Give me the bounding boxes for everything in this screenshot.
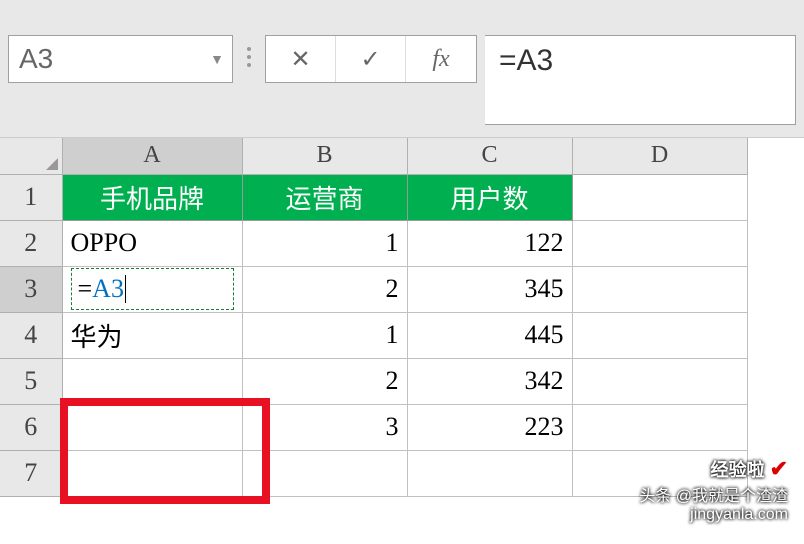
cell-c4[interactable]: 445 bbox=[407, 312, 572, 358]
cell-c1[interactable]: 用户数 bbox=[407, 174, 572, 220]
cell-c6[interactable]: 223 bbox=[407, 404, 572, 450]
row-header-7[interactable]: 7 bbox=[0, 450, 62, 496]
column-header-c[interactable]: C bbox=[407, 138, 572, 174]
cell-b2[interactable]: 1 bbox=[242, 220, 407, 266]
confirm-formula-button[interactable]: ✓ bbox=[336, 36, 406, 82]
row-header-5[interactable]: 5 bbox=[0, 358, 62, 404]
cell-d5[interactable] bbox=[572, 358, 747, 404]
row-header-4[interactable]: 4 bbox=[0, 312, 62, 358]
text-cursor-icon bbox=[125, 275, 126, 303]
spreadsheet-grid[interactable]: A B C D 1 手机品牌 运营商 用户数 2 OPPO 1 122 3 =A… bbox=[0, 138, 804, 497]
cell-d4[interactable] bbox=[572, 312, 747, 358]
cell-c2[interactable]: 122 bbox=[407, 220, 572, 266]
column-header-b[interactable]: B bbox=[242, 138, 407, 174]
formula-bar-area: A3 ▼ ✕ ✓ fx =A3 bbox=[0, 0, 804, 138]
cell-b7[interactable] bbox=[242, 450, 407, 496]
cell-a5[interactable] bbox=[62, 358, 242, 404]
cell-b1[interactable]: 运营商 bbox=[242, 174, 407, 220]
cell-a4[interactable]: 华为 bbox=[62, 312, 242, 358]
column-header-d[interactable]: D bbox=[572, 138, 747, 174]
cell-d7[interactable] bbox=[572, 450, 747, 496]
insert-function-button[interactable]: fx bbox=[406, 36, 476, 82]
row-header-1[interactable]: 1 bbox=[0, 174, 62, 220]
cell-d1[interactable] bbox=[572, 174, 747, 220]
name-box[interactable]: A3 ▼ bbox=[8, 35, 233, 83]
cell-a2[interactable]: OPPO bbox=[62, 220, 242, 266]
name-box-value: A3 bbox=[19, 43, 53, 75]
cell-b4[interactable]: 1 bbox=[242, 312, 407, 358]
cell-a1[interactable]: 手机品牌 bbox=[62, 174, 242, 220]
cell-c5[interactable]: 342 bbox=[407, 358, 572, 404]
formula-equals: = bbox=[78, 274, 93, 304]
cell-a7[interactable] bbox=[62, 450, 242, 496]
column-header-a[interactable]: A bbox=[62, 138, 242, 174]
divider-dots-icon bbox=[241, 35, 257, 79]
cell-b5[interactable]: 2 bbox=[242, 358, 407, 404]
watermark-site: jingyanla.com bbox=[639, 506, 788, 524]
select-all-corner[interactable] bbox=[0, 138, 62, 174]
row-header-2[interactable]: 2 bbox=[0, 220, 62, 266]
formula-reference: A3 bbox=[92, 274, 124, 304]
cell-d2[interactable] bbox=[572, 220, 747, 266]
cell-b3[interactable]: 2 bbox=[242, 266, 407, 312]
cell-c7[interactable] bbox=[407, 450, 572, 496]
cell-a3-editing[interactable]: =A3 bbox=[62, 266, 242, 312]
row-header-6[interactable]: 6 bbox=[0, 404, 62, 450]
chevron-down-icon[interactable]: ▼ bbox=[210, 51, 224, 67]
cell-d6[interactable] bbox=[572, 404, 747, 450]
formula-input[interactable]: =A3 bbox=[485, 35, 796, 125]
cell-d3[interactable] bbox=[572, 266, 747, 312]
cancel-formula-button[interactable]: ✕ bbox=[266, 36, 336, 82]
cell-c3[interactable]: 345 bbox=[407, 266, 572, 312]
formula-controls: ✕ ✓ fx bbox=[265, 35, 477, 83]
cell-a6[interactable] bbox=[62, 404, 242, 450]
cell-editor[interactable]: =A3 bbox=[71, 268, 234, 310]
cell-b6[interactable]: 3 bbox=[242, 404, 407, 450]
row-header-3[interactable]: 3 bbox=[0, 266, 62, 312]
